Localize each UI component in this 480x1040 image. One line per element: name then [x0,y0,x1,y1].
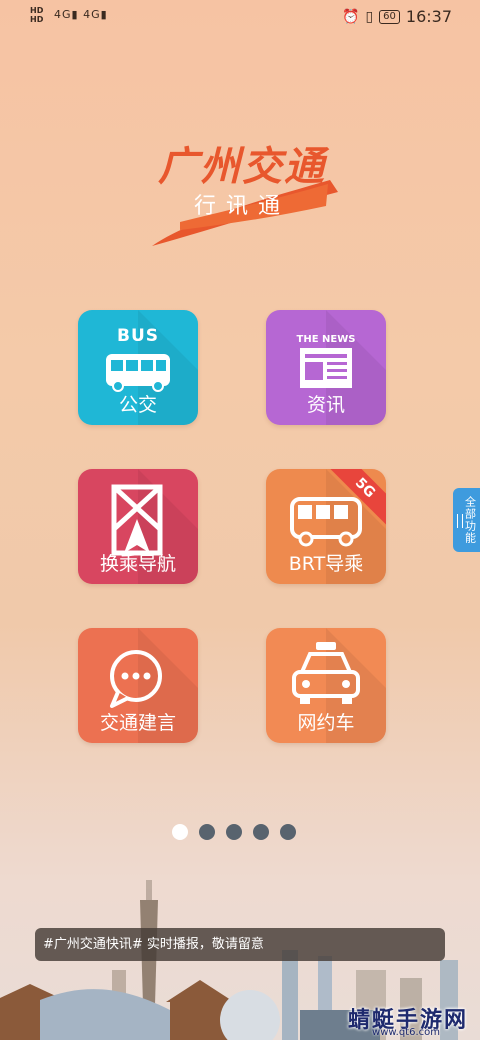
news-caption: THE NEWS [296,334,356,345]
page-dot-4[interactable] [253,824,269,840]
all-functions-label: 全部功能 [463,496,477,544]
tile-brt-label: BRT导乘 [288,553,364,575]
drag-handle-icon[interactable] [457,514,463,528]
tile-advice[interactable]: 交通建言 [78,628,198,743]
news-ticker[interactable]: #广州交通快讯# 实时播报，敬请留意 [35,928,445,961]
signal-bars-icon-2: ▮ [100,8,108,21]
status-bar: HD HD 4G▮ 4G▮ ⏰ ▯ 60 16:37 [0,0,480,34]
tile-bus[interactable]: BUS 公交 [78,310,198,425]
tile-brt[interactable]: 5G BRT导乘 [266,469,386,584]
tile-bus-label: 公交 [118,394,157,416]
hd-indicators: HD HD [30,6,43,24]
tile-navigation-label: 换乘导航 [99,553,176,575]
hd-indicator-1: HD [30,6,44,15]
tile-news[interactable]: THE NEWS 资讯 [266,310,386,425]
page-dot-3[interactable] [226,824,242,840]
signal-label-1: 4G [54,8,72,21]
all-functions-tab[interactable]: 全部功能 [453,488,480,552]
signal-icons: 4G▮ 4G▮ [54,8,108,21]
page-indicator [172,824,296,840]
page-dot-2[interactable] [199,824,215,840]
tile-taxi[interactable]: 网约车 [266,628,386,743]
logo-subtitle: 行讯通 [194,194,291,219]
tile-news-label: 资讯 [306,394,345,416]
tile-advice-label: 交通建言 [99,712,176,734]
alarm-icon: ⏰ [342,8,360,25]
clock: 16:37 [405,7,452,26]
signal-label-2: 4G [83,8,101,21]
watermark-url: www.qt6.com [372,1027,440,1038]
battery-icon: 60 [379,9,400,24]
vibrate-icon: ▯ [365,8,374,25]
app-logo: 广州交通 行讯通 [150,130,340,250]
tile-taxi-label: 网约车 [297,712,355,734]
hd-indicator-2: HD [30,15,44,24]
signal-bars-icon: ▮ [71,8,79,21]
page-dot-5[interactable] [280,824,296,840]
tile-navigation[interactable]: 换乘导航 [78,469,198,584]
status-right: ⏰ ▯ 60 16:37 [342,7,452,26]
page-dot-1[interactable] [172,824,188,840]
logo-title: 广州交通 [158,144,326,190]
bus-caption: BUS [116,326,159,346]
